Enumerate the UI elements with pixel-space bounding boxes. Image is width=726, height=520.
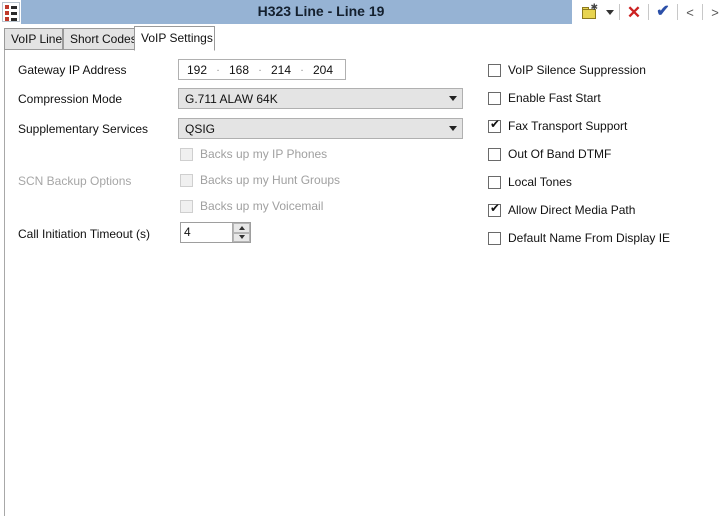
new-folder-dropdown[interactable] [602,1,618,23]
compression-mode-select[interactable]: G.711 ALAW 64K [178,88,463,109]
supplementary-services-value: QSIG [185,121,216,136]
tab-strip: VoIP Line Short Codes VoIP Settings [4,26,722,51]
title-bar-toolbar: ✱ ✕ ✔ < > [572,0,726,24]
spinner-buttons [232,223,250,242]
toolbar-separator [702,4,703,20]
menu-icon-bar [11,17,17,21]
menu-icon-bar [11,11,17,15]
checkbox-label: Backs up my Voicemail [200,199,324,213]
checkbox-label: Enable Fast Start [508,91,601,105]
compression-mode-value: G.711 ALAW 64K [185,91,278,106]
next-button[interactable]: > [704,1,726,23]
voip-settings-panel: Gateway IP Address 192 . 168 . 214 . 204… [4,50,722,516]
checkbox-box[interactable] [488,91,501,105]
checkmark-icon: ✔ [490,200,501,215]
chevron-down-icon [444,96,462,101]
supplementary-services-select[interactable]: QSIG [178,118,463,139]
menu-icon-marker [5,17,9,21]
menu-icon-marker [5,11,9,15]
list-menu-icon[interactable] [2,2,20,22]
supplementary-services-label: Supplementary Services [18,122,149,136]
checkbox-box[interactable] [488,63,501,77]
toolbar-separator [619,4,620,20]
compression-mode-label: Compression Mode [18,92,123,106]
checkbox-label: Local Tones [508,175,572,189]
tab-voip-line[interactable]: VoIP Line [4,28,63,50]
checkbox-voip-silence-suppression[interactable]: VoIP Silence Suppression [488,63,646,77]
gateway-ip-octet-3[interactable]: 214 [263,63,299,77]
toolbar-separator [648,4,649,20]
gateway-ip-octet-2[interactable]: 168 [221,63,257,77]
checkbox-label: Out Of Band DTMF [508,147,612,161]
checkbox-label: Fax Transport Support [508,119,628,133]
checkbox-label: Backs up my IP Phones [200,147,328,161]
checkbox-label: Backs up my Hunt Groups [200,173,341,187]
checkmark-icon: ✔ [490,116,501,131]
checkbox-backs-up-my-hunt-groups: Backs up my Hunt Groups [180,173,340,187]
tab-short-codes[interactable]: Short Codes [63,28,137,50]
checkbox-box[interactable] [488,147,501,161]
menu-icon-bar [11,5,17,9]
checkbox-backs-up-my-voicemail: Backs up my Voicemail [180,199,323,213]
menu-icon-row [5,5,17,9]
checkbox-box [180,199,193,213]
checkbox-box[interactable] [488,231,501,245]
checkbox-out-of-band-dtmf[interactable]: Out Of Band DTMF [488,147,611,161]
ok-button[interactable]: ✔ [650,1,676,23]
menu-icon-row [5,17,17,21]
gateway-ip-octet-4[interactable]: 204 [305,63,341,77]
gateway-ip-octet-1[interactable]: 192 [179,63,215,77]
gateway-ip-label: Gateway IP Address [18,63,127,77]
cancel-button[interactable]: ✕ [621,1,647,23]
tab-voip-settings[interactable]: VoIP Settings [134,26,215,51]
triangle-up-icon [238,225,245,230]
checkbox-label: Allow Direct Media Path [508,203,636,217]
checkbox-box[interactable]: ✔ [488,200,501,217]
checkbox-backs-up-my-ip-phones: Backs up my IP Phones [180,147,327,161]
menu-icon-row [5,11,17,15]
checkbox-label: VoIP Silence Suppression [508,63,646,77]
h323-line-settings-window: H323 Line - Line 19 ✱ ✕ ✔ < > VoIP Line … [0,0,726,520]
checkbox-label: Default Name From Display IE [508,231,671,245]
toolbar-separator [677,4,678,20]
caret-down-icon [606,9,614,15]
checkbox-fax-transport-support[interactable]: ✔ Fax Transport Support [488,116,628,133]
scn-backup-options-label: SCN Backup Options [18,174,132,188]
gateway-ip-input[interactable]: 192 . 168 . 214 . 204 [178,59,346,80]
checkbox-default-name-from-display-ie[interactable]: Default Name From Display IE [488,231,670,245]
checkbox-box [180,147,193,161]
chevron-left-icon: < [686,4,694,20]
menu-icon-marker [5,5,9,9]
title-bar: H323 Line - Line 19 ✱ ✕ ✔ < > [0,0,726,24]
call-initiation-timeout-input[interactable]: 4 [180,222,251,243]
call-initiation-timeout-label: Call Initiation Timeout (s) [18,227,151,241]
spinner-increment-button[interactable] [233,223,250,233]
checkbox-enable-fast-start[interactable]: Enable Fast Start [488,91,601,105]
call-initiation-timeout-value[interactable]: 4 [181,223,232,242]
chevron-right-icon: > [711,4,719,20]
red-x-icon: ✕ [626,2,642,22]
checkbox-box[interactable] [488,175,501,189]
folder-new-icon: ✱ [581,1,599,19]
spinner-decrement-button[interactable] [233,232,250,242]
previous-button[interactable]: < [679,1,701,23]
blue-check-icon: ✔ [656,3,670,20]
checkbox-box [180,173,193,187]
checkbox-local-tones[interactable]: Local Tones [488,175,572,189]
checkbox-allow-direct-media-path[interactable]: ✔ Allow Direct Media Path [488,200,636,217]
window-title: H323 Line - Line 19 [257,3,385,19]
sparkle-mark: ✱ [590,1,599,12]
new-folder-button[interactable]: ✱ [576,1,602,23]
checkbox-box[interactable]: ✔ [488,116,501,133]
chevron-down-icon [444,126,462,131]
triangle-down-icon [238,235,245,240]
